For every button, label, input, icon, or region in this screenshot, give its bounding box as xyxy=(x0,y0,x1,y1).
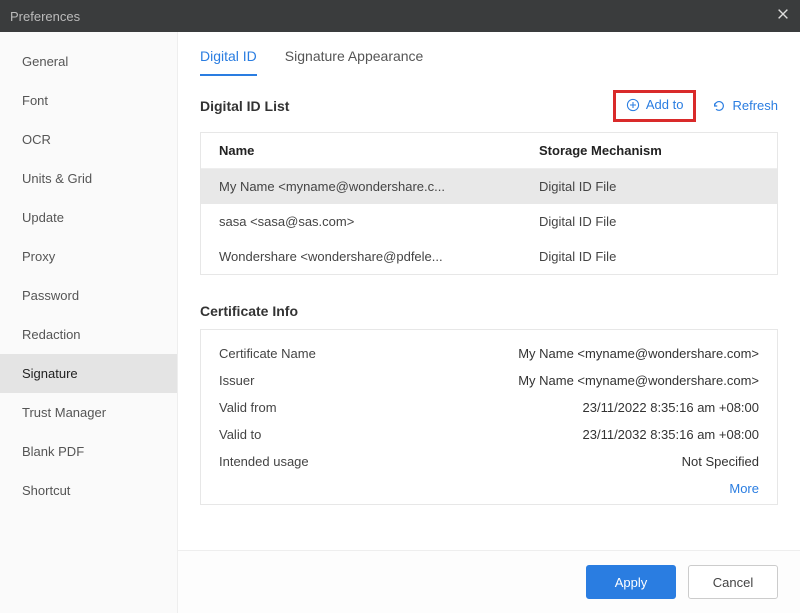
table-row[interactable]: My Name <myname@wondershare.c...Digital … xyxy=(201,169,777,204)
digital-id-actions: Add to Refresh xyxy=(613,90,778,122)
cert-value: My Name <myname@wondershare.com> xyxy=(518,346,759,361)
cert-label: Certificate Name xyxy=(219,346,316,361)
sidebar-item-font[interactable]: Font xyxy=(0,81,177,120)
sidebar-item-units-grid[interactable]: Units & Grid xyxy=(0,159,177,198)
tab-digital-id[interactable]: Digital ID xyxy=(200,48,257,76)
cell-storage: Digital ID File xyxy=(539,249,759,264)
close-icon[interactable] xyxy=(776,7,790,26)
cell-name: Wondershare <wondershare@pdfele... xyxy=(219,249,539,264)
cert-value: 23/11/2032 8:35:16 am +08:00 xyxy=(583,427,760,442)
cert-row: Certificate Name My Name <myname@wondersh… xyxy=(219,340,759,367)
add-to-label: Add to xyxy=(646,97,684,112)
tab-signature-appearance[interactable]: Signature Appearance xyxy=(285,48,424,76)
cert-label: Valid from xyxy=(219,400,277,415)
cancel-button[interactable]: Cancel xyxy=(688,565,778,599)
refresh-icon xyxy=(712,99,726,113)
more-link[interactable]: More xyxy=(729,481,759,496)
refresh-button[interactable]: Refresh xyxy=(712,98,778,113)
cert-label: Issuer xyxy=(219,373,254,388)
sidebar-item-signature[interactable]: Signature xyxy=(0,354,177,393)
sidebar-item-password[interactable]: Password xyxy=(0,276,177,315)
cert-value: Not Specified xyxy=(682,454,759,469)
tabs: Digital ID Signature Appearance xyxy=(178,32,800,76)
table-row[interactable]: sasa <sasa@sas.com>Digital ID File xyxy=(201,204,777,239)
sidebar-item-blank-pdf[interactable]: Blank PDF xyxy=(0,432,177,471)
digital-id-header: Digital ID List Add to xyxy=(200,90,778,122)
sidebar-item-update[interactable]: Update xyxy=(0,198,177,237)
add-to-button[interactable]: Add to xyxy=(626,97,684,112)
cert-value: 23/11/2022 8:35:16 am +08:00 xyxy=(583,400,760,415)
cell-storage: Digital ID File xyxy=(539,179,759,194)
digital-id-title: Digital ID List xyxy=(200,98,289,114)
cert-label: Valid to xyxy=(219,427,261,442)
add-to-highlight: Add to xyxy=(613,90,697,122)
sidebar-item-proxy[interactable]: Proxy xyxy=(0,237,177,276)
plus-circle-icon xyxy=(626,98,640,112)
certificate-box: Certificate Name My Name <myname@wondersh… xyxy=(200,329,778,505)
sidebar-item-ocr[interactable]: OCR xyxy=(0,120,177,159)
titlebar: Preferences xyxy=(0,0,800,32)
col-storage-header: Storage Mechanism xyxy=(539,143,759,158)
cell-storage: Digital ID File xyxy=(539,214,759,229)
cert-row: Valid from 23/11/2022 8:35:16 am +08:00 xyxy=(219,394,759,421)
cert-row: Issuer My Name <myname@wondershare.com> xyxy=(219,367,759,394)
content: Digital ID List Add to xyxy=(178,76,800,550)
sidebar-item-shortcut[interactable]: Shortcut xyxy=(0,471,177,510)
more-row: More xyxy=(219,475,759,496)
footer: Apply Cancel xyxy=(178,550,800,613)
sidebar: GeneralFontOCRUnits & GridUpdateProxyPas… xyxy=(0,32,178,613)
cell-name: sasa <sasa@sas.com> xyxy=(219,214,539,229)
table-header: Name Storage Mechanism xyxy=(201,133,777,169)
sidebar-item-trust-manager[interactable]: Trust Manager xyxy=(0,393,177,432)
cert-row: Intended usage Not Specified xyxy=(219,448,759,475)
cert-label: Intended usage xyxy=(219,454,309,469)
body: GeneralFontOCRUnits & GridUpdateProxyPas… xyxy=(0,32,800,613)
sidebar-item-general[interactable]: General xyxy=(0,42,177,81)
certificate-title: Certificate Info xyxy=(200,303,778,319)
cert-value: My Name <myname@wondershare.com> xyxy=(518,373,759,388)
window-title: Preferences xyxy=(10,9,80,24)
table-row[interactable]: Wondershare <wondershare@pdfele...Digita… xyxy=(201,239,777,274)
certificate-section: Certificate Info Certificate Name My Name… xyxy=(200,303,778,505)
apply-button[interactable]: Apply xyxy=(586,565,676,599)
refresh-label: Refresh xyxy=(732,98,778,113)
cert-row: Valid to 23/11/2032 8:35:16 am +08:00 xyxy=(219,421,759,448)
sidebar-item-redaction[interactable]: Redaction xyxy=(0,315,177,354)
digital-id-table: Name Storage Mechanism My Name <myname@w… xyxy=(200,132,778,275)
cell-name: My Name <myname@wondershare.c... xyxy=(219,179,539,194)
col-name-header: Name xyxy=(219,143,539,158)
main: Digital ID Signature Appearance Digital I… xyxy=(178,32,800,613)
